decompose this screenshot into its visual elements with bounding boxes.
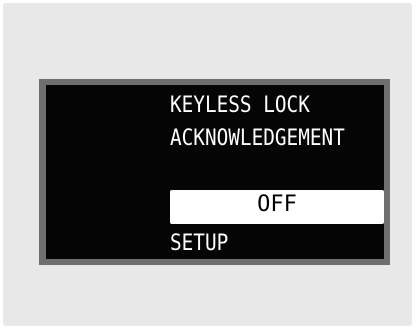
- display-bezel: KEYLESS LOCK ACKNOWLEDGEMENT OFF SETUP: [39, 79, 390, 265]
- selected-option-off[interactable]: OFF: [170, 190, 384, 224]
- menu-title-line-1: KEYLESS LOCK: [170, 93, 310, 118]
- illustration-panel: KEYLESS LOCK ACKNOWLEDGEMENT OFF SETUP: [3, 3, 412, 326]
- multi-information-display: KEYLESS LOCK ACKNOWLEDGEMENT OFF SETUP: [46, 85, 384, 259]
- selected-option-label: OFF: [257, 192, 297, 217]
- setup-label: SETUP: [170, 231, 229, 256]
- menu-title-line-2: ACKNOWLEDGEMENT: [170, 126, 345, 151]
